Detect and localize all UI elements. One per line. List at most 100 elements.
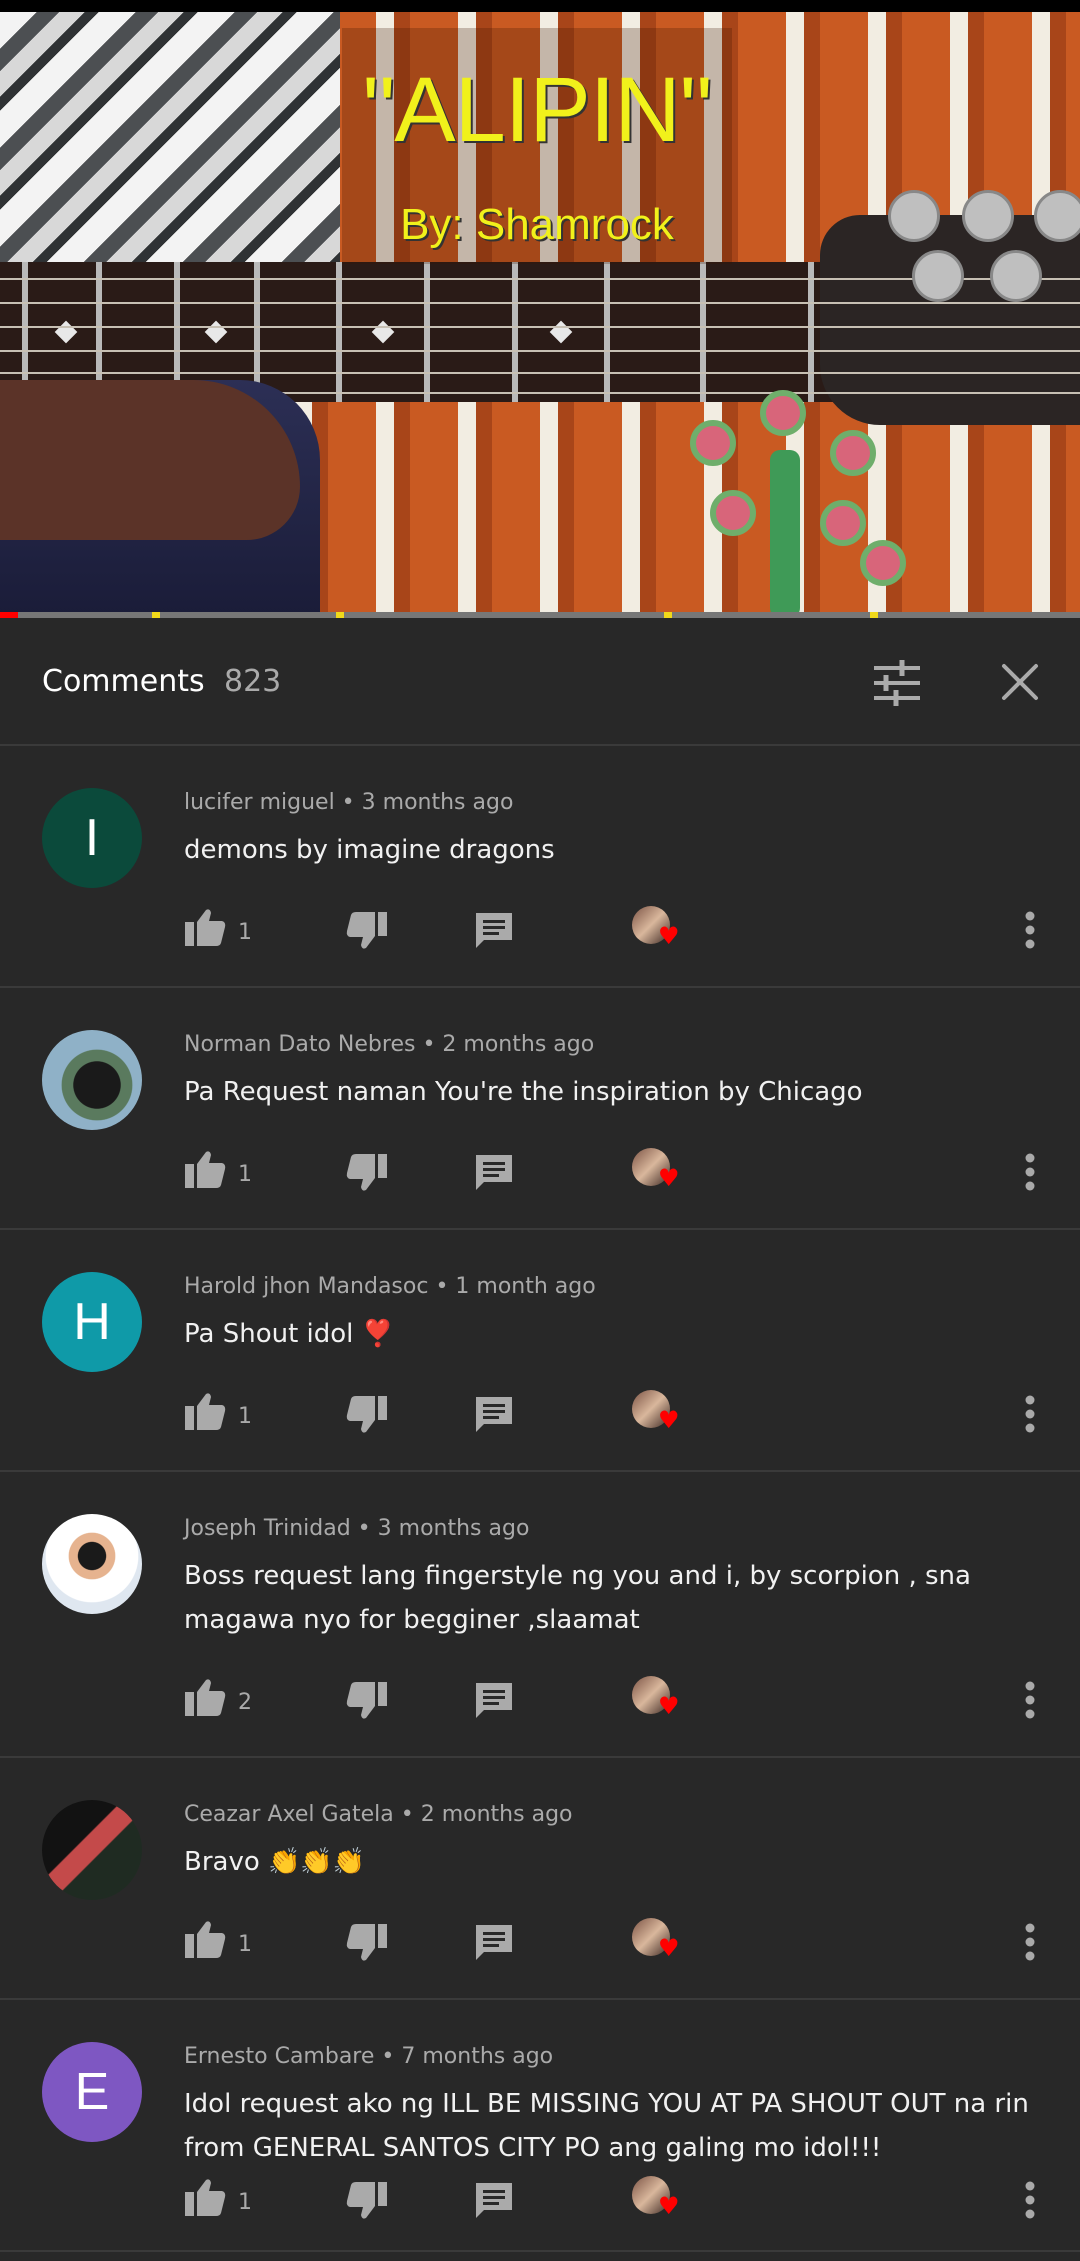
comment-meta: Ceazar Axel Gatela • 2 months ago — [184, 1802, 573, 1827]
comment-meta: Norman Dato Nebres • 2 months ago — [184, 1032, 594, 1057]
video-frame-tuning-peg — [912, 250, 964, 302]
tune-icon[interactable] — [872, 658, 922, 708]
video-frame-fret — [604, 262, 610, 402]
reply-icon[interactable] — [474, 1922, 514, 1962]
comment-text: Idol request ako ng ILL BE MISSING YOU A… — [184, 2089, 1029, 2163]
thumbs-up-icon[interactable] — [184, 2176, 226, 2218]
comment-author[interactable]: Harold jhon Mandasoc — [184, 1274, 428, 1299]
close-icon[interactable] — [996, 658, 1044, 706]
thumbs-up-icon[interactable] — [184, 1148, 226, 1190]
more-vert-icon[interactable] — [1024, 910, 1036, 950]
more-vert-icon[interactable] — [1024, 2180, 1036, 2220]
comment-list: Ilucifer miguel • 3 months ago demons by … — [0, 746, 1080, 2252]
like-count: 1 — [238, 1932, 252, 1957]
comment-text: demons by imagine dragons — [184, 835, 555, 865]
video-player[interactable]: "ALIPIN" By: Shamrock — [0, 0, 1080, 618]
meta-separator: • — [350, 1516, 378, 1541]
comment-author[interactable]: Joseph Trinidad — [184, 1516, 351, 1541]
video-frame-string — [0, 350, 1080, 352]
like-count: 1 — [238, 920, 252, 945]
avatar[interactable]: I — [42, 788, 142, 888]
more-vert-icon[interactable] — [1024, 1152, 1036, 1192]
more-vert-icon[interactable] — [1024, 1394, 1036, 1434]
comment-item: Ceazar Axel Gatela • 2 months ago Bravo 👏… — [0, 1758, 1080, 2000]
video-frame-string — [0, 326, 1080, 328]
comment-time: 2 months ago — [420, 1802, 573, 1827]
comment-item: Ilucifer miguel • 3 months ago demons by … — [0, 746, 1080, 988]
comments-count: 823 — [224, 664, 282, 699]
creator-heart-icon: ♥ — [632, 1148, 688, 1196]
comment-actions: 1 ♥ — [184, 906, 1064, 956]
video-frame-tuning-peg — [990, 250, 1042, 302]
meta-separator: • — [415, 1032, 443, 1057]
comments-header: Comments 823 — [0, 618, 1080, 746]
reply-icon[interactable] — [474, 1394, 514, 1434]
avatar[interactable] — [42, 1800, 142, 1900]
creator-heart-icon: ♥ — [632, 1676, 688, 1724]
comment-item: H Harold jhon Mandasoc • 1 month ago Pa Sh… — [0, 1230, 1080, 1472]
thumbs-down-icon[interactable] — [346, 2180, 388, 2222]
comment-author[interactable]: Ernesto Cambare — [184, 2044, 374, 2069]
thumbs-up-icon[interactable] — [184, 1918, 226, 1960]
more-vert-icon[interactable] — [1024, 1922, 1036, 1962]
thumbs-up-icon[interactable] — [184, 1676, 226, 1718]
comment-author[interactable]: Ceazar Axel Gatela — [184, 1802, 394, 1827]
thumbs-up-icon[interactable] — [184, 1390, 226, 1432]
comment-text: Boss request lang fingerstyle ng you and… — [184, 1561, 971, 1635]
reply-icon[interactable] — [474, 1680, 514, 1720]
thumbs-down-icon[interactable] — [346, 1680, 388, 1722]
comment-meta: lucifer miguel • 3 months ago — [184, 790, 513, 815]
comment-actions: 1 ♥ — [184, 2176, 1064, 2226]
comment-time: 1 month ago — [455, 1274, 596, 1299]
meta-separator: • — [393, 1802, 421, 1827]
video-frame-tuning-peg — [888, 190, 940, 242]
like-count: 2 — [238, 1690, 252, 1715]
video-frame-fret — [808, 262, 814, 402]
comment-item: E Ernesto Cambare • 7 months ago Idol requ… — [0, 2000, 1080, 2252]
video-frame-fret — [700, 262, 706, 402]
thumbs-down-icon[interactable] — [346, 1152, 388, 1194]
comment-text: Pa Request naman You're the inspiration … — [184, 1077, 863, 1107]
creator-heart-icon: ♥ — [632, 906, 688, 954]
avatar[interactable] — [42, 1514, 142, 1614]
comment-item: Norman Dato Nebres • 2 months ago Pa Requ… — [0, 988, 1080, 1230]
video-frame-string — [0, 302, 1080, 304]
avatar[interactable]: E — [42, 2042, 142, 2142]
comment-meta: Joseph Trinidad • 3 months ago — [184, 1516, 529, 1541]
reply-icon[interactable] — [474, 1152, 514, 1192]
more-vert-icon[interactable] — [1024, 1680, 1036, 1720]
video-frame-tuning-peg — [1034, 190, 1080, 242]
thumbs-down-icon[interactable] — [346, 1922, 388, 1964]
reply-icon[interactable] — [474, 2180, 514, 2220]
comment-meta: Harold jhon Mandasoc • 1 month ago — [184, 1274, 596, 1299]
creator-heart-icon: ♥ — [632, 2176, 688, 2224]
video-subtitle-text: By: Shamrock — [400, 200, 674, 249]
comment-actions: 1 ♥ — [184, 1918, 1064, 1968]
comment-author[interactable]: Norman Dato Nebres — [184, 1032, 415, 1057]
reply-icon[interactable] — [474, 910, 514, 950]
avatar-letter: I — [84, 809, 100, 867]
comment-actions: 1 ♥ — [184, 1390, 1064, 1440]
thumbs-up-icon[interactable] — [184, 906, 226, 948]
comment-time: 7 months ago — [401, 2044, 554, 2069]
avatar[interactable] — [42, 1030, 142, 1130]
video-frame-fret — [512, 262, 518, 402]
avatar[interactable]: H — [42, 1272, 142, 1372]
comments-panel: Comments 823 Ilucifer miguel • 3 months … — [0, 618, 1080, 2261]
meta-separator: • — [334, 790, 362, 815]
meta-separator: • — [374, 2044, 402, 2069]
video-frame-string — [0, 372, 1080, 374]
video-title-text: "ALIPIN" — [362, 59, 713, 161]
thumbs-down-icon[interactable] — [346, 910, 388, 952]
video-frame-tuning-peg — [962, 190, 1014, 242]
thumbs-down-icon[interactable] — [346, 1394, 388, 1436]
video-frame-fret — [424, 262, 430, 402]
avatar-letter: E — [74, 2063, 110, 2121]
comments-title: Comments — [42, 664, 205, 699]
comment-author[interactable]: lucifer miguel — [184, 790, 335, 815]
video-frame-sleeve — [0, 12, 340, 262]
comment-time: 3 months ago — [377, 1516, 530, 1541]
video-frame-hand — [0, 380, 300, 540]
meta-separator: • — [428, 1274, 456, 1299]
comment-meta: Ernesto Cambare • 7 months ago — [184, 2044, 553, 2069]
